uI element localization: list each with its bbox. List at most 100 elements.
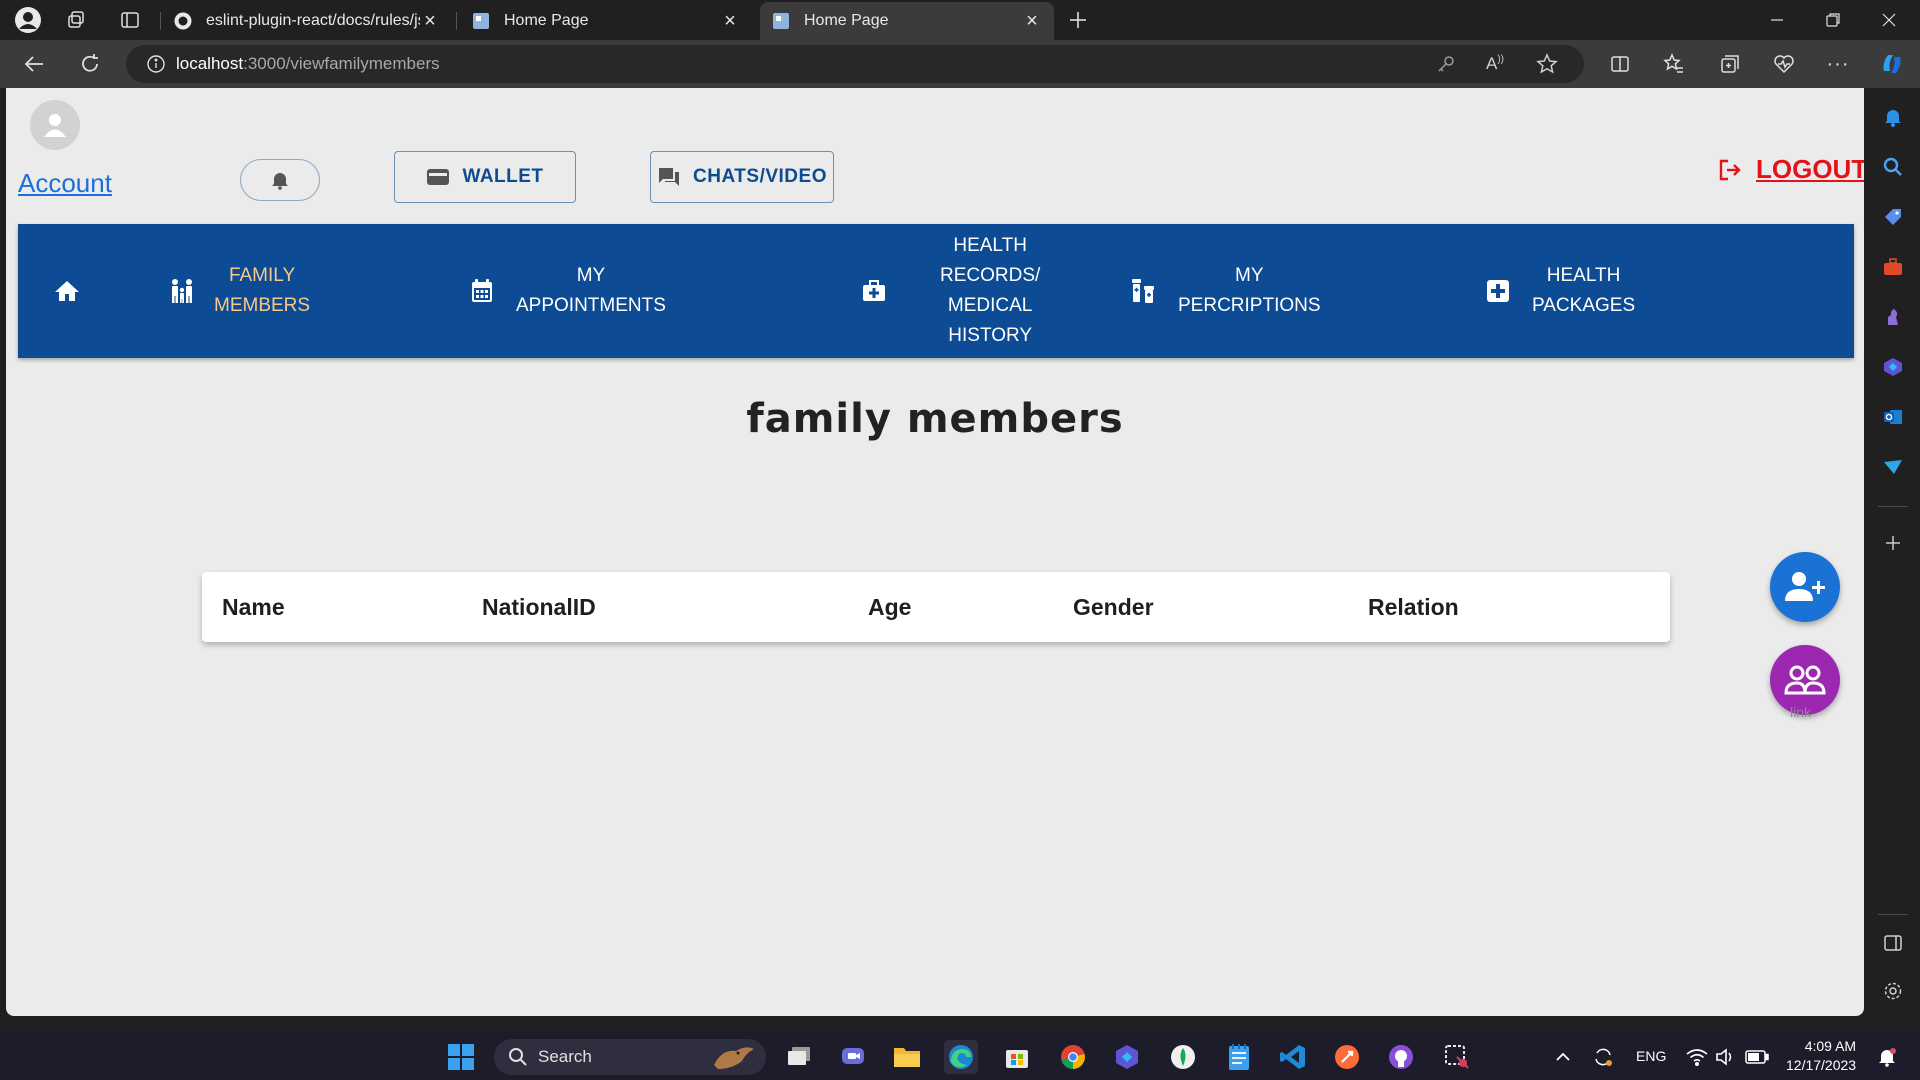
notifications-bell-icon[interactable]: [1880, 104, 1906, 130]
snipping-tool-icon[interactable]: [1440, 1040, 1474, 1074]
hide-sidebar-icon[interactable]: [1880, 930, 1906, 956]
tools-briefcase-icon[interactable]: [1880, 254, 1906, 280]
address-bar[interactable]: localhost:3000/viewfamilymembers A)): [126, 45, 1584, 83]
shopping-tag-icon[interactable]: [1880, 204, 1906, 230]
browser-essentials-icon[interactable]: [1766, 48, 1802, 80]
tab-eslint[interactable]: eslint-plugin-react/docs/rules/jsx ×: [162, 2, 452, 40]
sidebar-settings-gear-icon[interactable]: [1880, 978, 1906, 1004]
close-window-icon[interactable]: [1860, 0, 1918, 40]
github-icon: [174, 12, 192, 30]
microsoft-365-icon[interactable]: [1880, 354, 1906, 380]
vscode-icon[interactable]: [1276, 1040, 1310, 1074]
tab-home-page-active[interactable]: Home Page ×: [760, 2, 1054, 40]
logout-icon: [1718, 158, 1742, 182]
system-clock[interactable]: 4:09 AM 12/17/2023: [1786, 1037, 1856, 1075]
profile-icon[interactable]: [10, 4, 46, 36]
search-icon: [508, 1047, 528, 1067]
sidebar-divider: [1878, 506, 1908, 507]
nav-label-line: MY: [576, 265, 606, 286]
wallet-label: WALLET: [462, 166, 544, 187]
workspaces-icon[interactable]: [58, 4, 94, 36]
split-screen-icon[interactable]: [1602, 48, 1638, 80]
copilot-app-icon[interactable]: [1110, 1040, 1144, 1074]
wallet-button[interactable]: WALLET: [394, 151, 576, 203]
postman-icon[interactable]: [1330, 1040, 1364, 1074]
task-view-icon[interactable]: [782, 1040, 816, 1074]
medical-kit-icon: [862, 279, 886, 303]
add-sidebar-app-icon[interactable]: [1880, 530, 1906, 556]
show-hidden-icons-chevron-icon[interactable]: [1546, 1040, 1580, 1074]
tab-home-page-1[interactable]: Home Page ×: [460, 2, 752, 40]
refresh-icon[interactable]: [72, 48, 108, 80]
chats-video-button[interactable]: CHATS/VIDEO: [650, 151, 834, 203]
clock-date: 12/17/2023: [1786, 1057, 1857, 1073]
teams-chat-icon[interactable]: [836, 1040, 870, 1074]
home-icon: [54, 279, 80, 303]
page-favicon-icon: [472, 12, 490, 30]
close-icon[interactable]: ×: [1022, 10, 1042, 33]
nav-label-line: APPOINTMENTS: [516, 295, 666, 316]
column-header-nationalid[interactable]: NationalID: [482, 594, 596, 621]
account-link[interactable]: Account: [18, 168, 112, 199]
outlook-icon[interactable]: [1880, 404, 1906, 430]
notification-center-bell-icon[interactable]: [1870, 1040, 1904, 1074]
games-chess-icon[interactable]: [1880, 304, 1906, 330]
drop-send-icon[interactable]: [1880, 454, 1906, 480]
volume-icon[interactable]: [1708, 1040, 1742, 1074]
favorite-star-icon[interactable]: [1536, 53, 1558, 75]
battery-icon[interactable]: [1740, 1040, 1774, 1074]
taskbar-search-box[interactable]: Search: [494, 1039, 766, 1075]
file-explorer-icon[interactable]: [890, 1040, 924, 1074]
close-icon[interactable]: ×: [720, 10, 740, 33]
sync-status-icon[interactable]: [1586, 1040, 1620, 1074]
nav-family-members[interactable]: FAMILY MEMBERS: [168, 224, 310, 358]
family-icon: [168, 277, 196, 305]
restore-icon[interactable]: [1804, 0, 1862, 40]
input-language-indicator[interactable]: ENG: [1636, 1048, 1666, 1064]
chat-icon: [657, 166, 681, 188]
nav-label-line: MEMBERS: [214, 295, 311, 316]
url-host: localhost: [176, 54, 244, 73]
favorites-icon[interactable]: [1656, 48, 1692, 80]
copilot-icon[interactable]: [1874, 48, 1910, 80]
column-header-gender[interactable]: Gender: [1073, 594, 1154, 621]
nav-label-line: FAMILY: [228, 265, 296, 286]
nav-health-packages[interactable]: HEALTH PACKAGES: [1486, 224, 1635, 358]
new-tab-icon[interactable]: [1060, 4, 1096, 36]
windows-start-icon[interactable]: [444, 1040, 478, 1074]
chrome-icon[interactable]: [1056, 1040, 1090, 1074]
family-members-table: Name NationalID Age Gender Relation: [202, 572, 1670, 642]
microsoft-store-icon[interactable]: [1000, 1040, 1034, 1074]
nav-health-records[interactable]: HEALTH RECORDS/MEDICAL HISTORY: [862, 224, 1040, 358]
mongodb-compass-icon[interactable]: [1166, 1040, 1200, 1074]
avatar[interactable]: [30, 100, 80, 150]
more-menu-icon[interactable]: ···: [1820, 48, 1856, 80]
password-key-icon[interactable]: [1436, 54, 1456, 74]
site-info-icon[interactable]: [146, 54, 166, 74]
edge-browser-icon[interactable]: [944, 1040, 978, 1074]
nav-my-percriptions[interactable]: MY PERCRIPTIONS: [1130, 224, 1321, 358]
logout-label: LOGOUT: [1756, 154, 1864, 184]
notifications-button[interactable]: [240, 159, 320, 201]
logout-button[interactable]: LOGOUT: [1718, 154, 1864, 185]
github-desktop-icon[interactable]: [1384, 1040, 1418, 1074]
column-header-age[interactable]: Age: [868, 594, 911, 621]
read-aloud-icon[interactable]: A)): [1486, 54, 1504, 74]
url-path: :3000/viewfamilymembers: [243, 54, 440, 73]
minimize-icon[interactable]: [1748, 0, 1806, 40]
column-header-relation[interactable]: Relation: [1368, 594, 1459, 621]
add-family-member-button[interactable]: [1770, 552, 1840, 622]
nav-label: FAMILY MEMBERS: [214, 261, 310, 321]
tab-title: Home Page: [504, 12, 589, 29]
tab-actions-icon[interactable]: [112, 4, 148, 36]
search-placeholder: Search: [538, 1047, 592, 1066]
column-header-name[interactable]: Name: [222, 594, 285, 621]
search-icon[interactable]: [1880, 154, 1906, 180]
browser-tab-strip: eslint-plugin-react/docs/rules/jsx × Hom…: [0, 0, 1920, 40]
nav-home[interactable]: [54, 224, 80, 358]
close-icon[interactable]: ×: [420, 10, 440, 33]
back-icon[interactable]: [16, 48, 52, 80]
collections-icon[interactable]: [1712, 48, 1748, 80]
nav-my-appointments[interactable]: MY APPOINTMENTS: [470, 224, 666, 358]
notepad-icon[interactable]: [1222, 1040, 1256, 1074]
